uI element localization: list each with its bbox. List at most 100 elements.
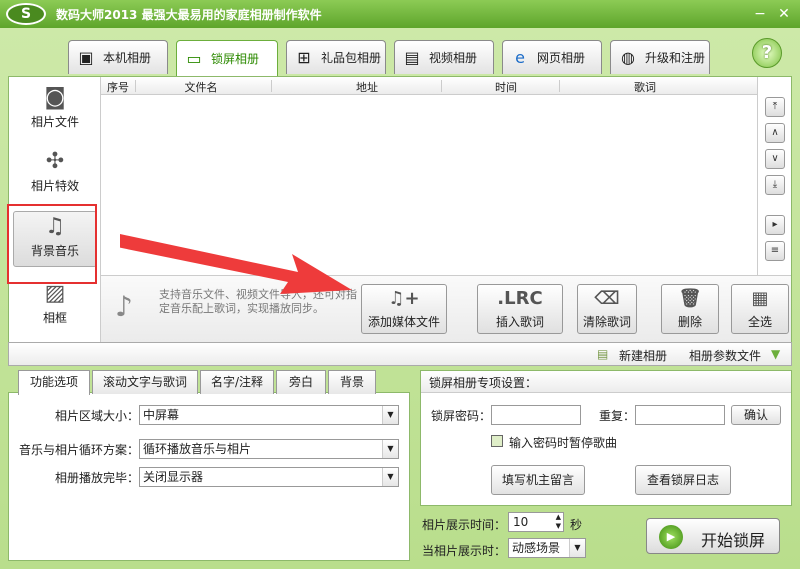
- tab-label: 网页相册: [537, 51, 586, 65]
- film-icon: ▤: [404, 48, 420, 67]
- eraser-icon: ⌫: [594, 288, 620, 309]
- col-filename[interactable]: 文件名: [141, 79, 261, 95]
- sparkle-icon: ✣: [45, 149, 65, 174]
- trash-icon: 🗑: [678, 288, 702, 309]
- order-buttons: ⤒ ∧ ∨ ⤓ ▸ ≡: [761, 77, 791, 277]
- tab-label: 本机相册: [103, 51, 152, 65]
- view-lock-log-button[interactable]: 查看锁屏日志: [635, 465, 731, 495]
- col-path[interactable]: 地址: [277, 79, 457, 95]
- move-down-icon[interactable]: ∨: [765, 149, 785, 169]
- chevron-down-icon: ▼: [382, 440, 398, 458]
- tab-scroll-text[interactable]: 滚动文字与歌词: [92, 370, 198, 394]
- app-logo: S: [6, 3, 46, 25]
- pause-music-checkbox[interactable]: [491, 435, 503, 447]
- title-bar: S 数码大师2013 最强大最易用的家庭相册制作软件 − ✕: [0, 0, 800, 28]
- options-panel: 相片区域大小： 中屏幕 ▼ 音乐与相片循环方案： 循环播放音乐与相片 ▼ 相册播放完…: [8, 392, 410, 561]
- select-value: 循环播放音乐与相片: [143, 442, 252, 456]
- repeat-password-field[interactable]: [635, 405, 725, 425]
- button-label: 删除: [677, 315, 702, 329]
- col-lyrics[interactable]: 歌词: [565, 79, 725, 95]
- nav-label: 相框: [42, 311, 67, 325]
- loop-label: 音乐与相片循环方案：: [19, 443, 140, 457]
- password-label: 锁屏密码：: [431, 409, 492, 423]
- tab-name-notes[interactable]: 名字/注释: [200, 370, 274, 394]
- pause-music-label: 输入密码时暂停歌曲: [509, 436, 618, 450]
- album-params-button[interactable]: 相册参数文件: [689, 347, 761, 364]
- chevron-down-icon[interactable]: ▼: [771, 347, 780, 361]
- play-icon[interactable]: ▸: [765, 215, 785, 235]
- insert-lyrics-button[interactable]: .LRC 插入歌词: [477, 284, 563, 334]
- tab-label: 锁屏相册: [211, 52, 260, 66]
- window-title: 数码大师2013 最强大最易用的家庭相册制作软件: [56, 8, 322, 22]
- help-button[interactable]: ?: [752, 38, 782, 68]
- tab-web-album[interactable]: e 网页相册: [502, 40, 602, 74]
- move-bottom-icon[interactable]: ⤓: [765, 175, 785, 195]
- loop-select[interactable]: 循环播放音乐与相片 ▼: [139, 439, 399, 459]
- ie-icon: e: [515, 48, 525, 67]
- minimize-button[interactable]: −: [750, 4, 770, 24]
- monitor-icon: ▭: [186, 49, 202, 68]
- start-label: 开始锁屏: [701, 531, 766, 550]
- list-header: 序号 文件名 地址 时间 歌词: [101, 77, 757, 95]
- area-size-label: 相片区域大小：: [55, 409, 140, 423]
- nav-photo-frame[interactable]: ▨ 相框: [13, 279, 97, 335]
- password-field[interactable]: [491, 405, 581, 425]
- repeat-label: 重复：: [599, 409, 636, 423]
- tab-lockscreen-album[interactable]: ▭ 锁屏相册: [176, 40, 278, 76]
- tab-narration[interactable]: 旁白: [276, 370, 326, 394]
- button-label: 插入歌词: [495, 315, 544, 329]
- play-icon: ▶: [659, 525, 683, 549]
- app-window: S 数码大师2013 最强大最易用的家庭相册制作软件 − ✕ ▣ 本机相册 ▭ 锁屏…: [0, 0, 800, 569]
- spinner-arrows-icon[interactable]: ▲ ▼: [556, 513, 561, 531]
- button-label: 清除歌词: [582, 315, 631, 329]
- select-all-button[interactable]: ▦ 全选: [731, 284, 789, 334]
- move-top-icon[interactable]: ⤒: [765, 97, 785, 117]
- tab-label: 升级和注册: [645, 51, 706, 65]
- col-time[interactable]: 时间: [451, 79, 561, 95]
- write-message-button[interactable]: 填写机主留言: [491, 465, 585, 495]
- tab-video-album[interactable]: ▤ 视频相册: [394, 40, 494, 74]
- chevron-down-icon: ▼: [382, 468, 398, 486]
- move-up-icon[interactable]: ∧: [765, 123, 785, 143]
- add-music-icon: ♫+: [388, 288, 420, 309]
- button-label: 添加媒体文件: [367, 315, 440, 329]
- display-time-spinner[interactable]: 10 ▲ ▼: [508, 512, 564, 532]
- finish-label: 相册播放完毕：: [55, 471, 140, 485]
- add-media-button[interactable]: ♫+ 添加媒体文件: [361, 284, 447, 334]
- column-divider: [135, 80, 136, 92]
- nav-photo-files[interactable]: ◙ 相片文件: [13, 83, 97, 139]
- tab-upgrade[interactable]: ◍ 升级和注册: [610, 40, 710, 74]
- clear-lyrics-button[interactable]: ⌫ 清除歌词: [577, 284, 637, 334]
- document-icon[interactable]: ≡: [765, 241, 785, 261]
- start-lock-button[interactable]: ▶ 开始锁屏: [646, 518, 780, 554]
- when-display-select[interactable]: 动感场景 ▼: [508, 538, 586, 558]
- new-album-button[interactable]: 新建相册: [619, 347, 667, 364]
- spinner-value: 10: [513, 515, 529, 529]
- nav-label: 相片特效: [30, 179, 79, 193]
- column-divider: [559, 80, 560, 92]
- highlight-box: [7, 204, 97, 284]
- delete-button[interactable]: 🗑 删除: [661, 284, 719, 334]
- col-index[interactable]: 序号: [105, 79, 131, 95]
- confirm-button[interactable]: 确认: [731, 405, 781, 425]
- tab-gift-album[interactable]: ⊞ 礼品包相册: [286, 40, 386, 74]
- nav-label: 相片文件: [30, 115, 79, 129]
- close-button[interactable]: ✕: [774, 4, 794, 24]
- globe-icon: ◍: [621, 48, 635, 67]
- lock-settings-heading: 锁屏相册专项设置：: [421, 371, 791, 393]
- tab-function-options[interactable]: 功能选项: [18, 370, 90, 395]
- display-time-label: 相片展示时间：: [422, 518, 507, 532]
- nav-photo-effects[interactable]: ✣ 相片特效: [13, 147, 97, 203]
- select-value: 关闭显示器: [143, 470, 204, 484]
- lock-settings-panel: 锁屏相册专项设置： 锁屏密码： 重复： 确认 输入密码时暂停歌曲 填写机主留言 …: [420, 370, 792, 506]
- area-size-select[interactable]: 中屏幕 ▼: [139, 405, 399, 425]
- tab-background[interactable]: 背景: [328, 370, 376, 394]
- finish-select[interactable]: 关闭显示器 ▼: [139, 467, 399, 487]
- lrc-icon: .LRC: [497, 288, 543, 309]
- column-divider: [271, 80, 272, 92]
- tab-local-album[interactable]: ▣ 本机相册: [68, 40, 168, 74]
- new-album-icon: ▤: [597, 347, 609, 361]
- column-divider: [441, 80, 442, 92]
- chevron-down-icon: ▼: [382, 406, 398, 424]
- when-display-label: 当相片展示时：: [422, 544, 507, 558]
